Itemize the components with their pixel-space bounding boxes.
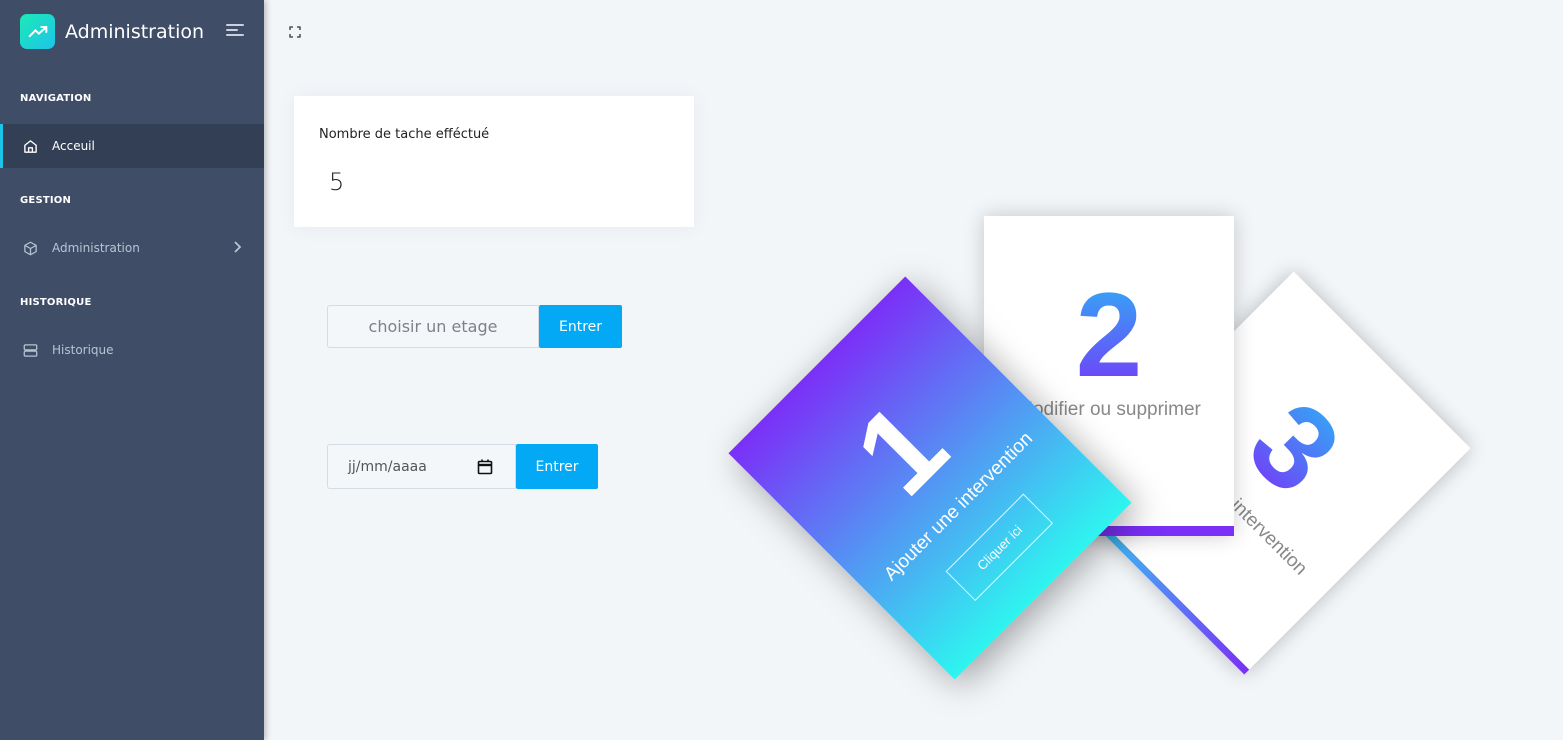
sidebar: Administration NAVIGATION Acceuil GESTIO… — [0, 0, 264, 740]
nav-caption-gestion: GESTION — [20, 195, 72, 206]
box-icon — [22, 240, 38, 256]
card-number: 2 — [984, 266, 1234, 404]
server-icon — [22, 342, 38, 358]
brand[interactable]: Administration — [20, 14, 204, 49]
sidebar-item-administration[interactable]: Administration — [0, 226, 264, 270]
chevron-right-icon — [232, 240, 242, 257]
date-submit-button[interactable]: Entrer — [516, 444, 598, 489]
fullscreen-icon[interactable] — [289, 25, 301, 38]
nav-caption-historique: HISTORIQUE — [20, 297, 92, 308]
sidebar-item-acceuil[interactable]: Acceuil — [0, 124, 264, 168]
trending-up-icon — [20, 14, 55, 49]
nav-caption-navigation: NAVIGATION — [20, 93, 92, 104]
date-input[interactable]: jj/mm/aaaa — [327, 444, 516, 489]
sidebar-item-label: Administration — [52, 241, 140, 255]
brand-title: Administration — [65, 20, 205, 43]
date-input-value: jj/mm/aaaa — [348, 458, 427, 475]
etage-input[interactable] — [327, 305, 539, 348]
stat-card: Nombre de tache efféctué 5 — [294, 96, 694, 227]
sidebar-item-label: Acceuil — [52, 139, 95, 153]
sidebar-item-label: Historique — [52, 343, 114, 357]
calendar-icon[interactable] — [477, 459, 493, 479]
stat-label: Nombre de tache efféctué — [319, 127, 490, 142]
home-icon — [22, 138, 38, 154]
etage-submit-button[interactable]: Entrer — [539, 305, 622, 348]
stat-value: 5 — [329, 168, 345, 196]
menu-toggle-icon[interactable] — [226, 24, 244, 38]
sidebar-item-historique[interactable]: Historique — [0, 328, 264, 372]
